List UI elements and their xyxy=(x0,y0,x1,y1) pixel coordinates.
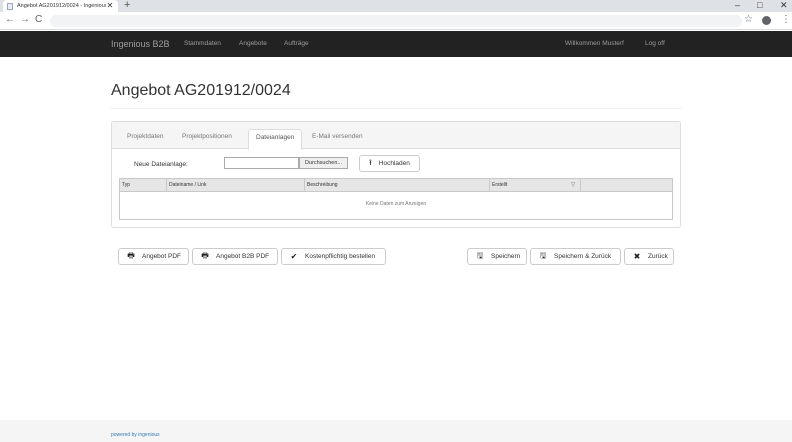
nav-stammdaten[interactable]: Stammdaten xyxy=(184,40,221,47)
brand-logo[interactable]: Ingenious B2B xyxy=(111,39,170,49)
column-header-beschreibung[interactable]: Beschreibung xyxy=(304,179,489,192)
upload-icon: ⭱ xyxy=(369,157,372,167)
footer-powered-by-link[interactable]: powered by ingenious xyxy=(111,432,160,438)
order-button[interactable]: ✔ Kostenpflichtig bestellen xyxy=(281,248,386,265)
browser-tabstrip: Angebot AG201912/0024 - Ingenious B2B ✕ … xyxy=(0,0,792,12)
new-attachment-label: Neue Dateianlage: xyxy=(134,161,188,168)
column-header-typ[interactable]: Typ xyxy=(120,179,165,192)
content-panel: Projektdaten Projektpositionen Dateianla… xyxy=(111,121,681,228)
window-close-icon[interactable]: ✕ xyxy=(780,0,788,11)
angebot-b2b-pdf-label: Angebot B2B PDF xyxy=(216,253,270,260)
save-button[interactable]: 🖫 Speichern xyxy=(467,248,527,265)
bookmark-star-icon[interactable]: ☆ xyxy=(744,14,753,25)
page-favicon-icon xyxy=(7,2,13,10)
save-back-button[interactable]: 🖫 Speichern & Zurück xyxy=(530,248,621,265)
browser-toolbar: ← → C ☆ ⋮ xyxy=(0,12,792,30)
address-bar[interactable] xyxy=(50,15,742,27)
tab-projektpositionen[interactable]: Projektpositionen xyxy=(175,129,239,150)
column-header-dateiname[interactable]: Dateiname / Link xyxy=(166,179,303,192)
angebot-pdf-label: Angebot PDF xyxy=(142,253,182,260)
angebot-b2b-pdf-button[interactable]: 🖶 Angebot B2B PDF xyxy=(192,248,278,265)
tab-bar: Projektdaten Projektpositionen Dateianla… xyxy=(112,122,680,150)
nav-auftraege[interactable]: Aufträge xyxy=(284,40,309,47)
minimize-icon[interactable]: – xyxy=(735,0,740,10)
tab-dateianlagen[interactable]: Dateianlagen xyxy=(248,129,303,150)
save-icon: 🖫 xyxy=(539,250,547,260)
file-path-input[interactable] xyxy=(224,157,299,169)
close-icon: ✖ xyxy=(633,252,641,261)
nav-logout[interactable]: Log off xyxy=(645,40,665,47)
back-arrow-icon[interactable]: ← xyxy=(5,14,15,25)
maximize-icon[interactable]: □ xyxy=(757,0,762,10)
app-navbar: Ingenious B2B Stammdaten Angebote Aufträ… xyxy=(0,31,792,57)
tab-close-icon[interactable]: ✕ xyxy=(106,2,114,10)
profile-avatar-icon[interactable] xyxy=(762,16,771,25)
table-empty-message: Keine Daten zum Anzeigen xyxy=(365,201,427,207)
column-header-erstellt[interactable]: Erstellt xyxy=(489,179,581,192)
browser-menu-icon[interactable]: ⋮ xyxy=(781,14,791,25)
sort-filter-icon[interactable]: ▽ xyxy=(571,179,575,192)
tab-projektdaten[interactable]: Projektdaten xyxy=(120,129,171,150)
page-footer: powered by ingenious xyxy=(0,420,792,442)
upload-button[interactable]: ⭱ Hochladen xyxy=(359,155,420,172)
tab-email-versenden[interactable]: E-Mail versenden xyxy=(305,129,370,150)
order-label: Kostenpflichtig bestellen xyxy=(305,253,376,260)
page-title: Angebot AG201912/0024 xyxy=(111,82,291,99)
print-icon: 🖶 xyxy=(201,250,209,260)
back-label: Zurück xyxy=(648,253,668,260)
upload-button-label: Hochladen xyxy=(378,160,410,167)
forward-arrow-icon[interactable]: → xyxy=(20,14,30,25)
table-header: Typ Dateiname / Link Beschreibung Erstel… xyxy=(120,179,672,192)
print-icon: 🖶 xyxy=(127,250,135,260)
title-divider xyxy=(111,108,681,109)
reload-icon[interactable]: C xyxy=(35,14,42,25)
nav-welcome-user[interactable]: Willkommen Musterf xyxy=(565,40,624,47)
save-label: Speichern xyxy=(491,253,521,260)
browser-tab[interactable]: Angebot AG201912/0024 - Ingenious B2B ✕ xyxy=(3,0,118,12)
column-header-empty xyxy=(580,179,672,192)
nav-angebote[interactable]: Angebote xyxy=(239,40,267,47)
save-back-label: Speichern & Zurück xyxy=(554,253,612,260)
browse-button[interactable]: Durchsuchen... xyxy=(299,157,348,169)
angebot-pdf-button[interactable]: 🖶 Angebot PDF xyxy=(118,248,189,265)
attachments-table: Typ Dateiname / Link Beschreibung Erstel… xyxy=(119,178,673,220)
new-tab-icon[interactable]: + xyxy=(124,0,130,11)
save-icon: 🖫 xyxy=(476,250,484,260)
browser-tab-title: Angebot AG201912/0024 - Ingenious B2B xyxy=(17,3,106,9)
check-icon: ✔ xyxy=(290,252,298,261)
back-button[interactable]: ✖ Zurück xyxy=(624,248,674,265)
